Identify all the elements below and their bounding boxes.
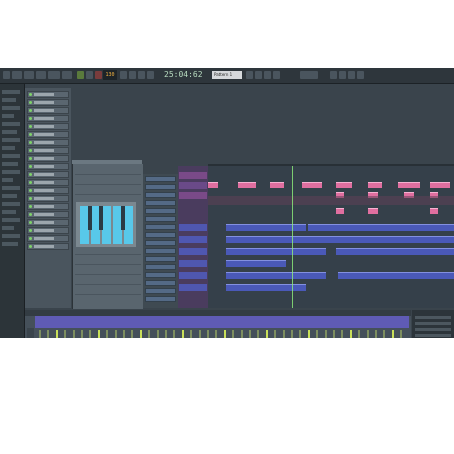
mixer-channel-strip[interactable] [53,316,61,338]
mixer-channel-strip[interactable] [322,316,330,338]
mixer-channel-strip[interactable] [313,316,321,338]
mixer-channel-strip[interactable] [271,316,279,338]
mixer-channel-strip[interactable] [305,316,313,338]
piano-roll-view-icon[interactable] [339,71,346,79]
mixer-channel-strip[interactable] [137,316,145,338]
mixer-channel-strip[interactable] [196,316,204,338]
stop-icon[interactable] [86,71,93,79]
tool-delete-icon[interactable] [273,71,280,79]
record-icon[interactable] [95,71,102,79]
mixer-channel-strip[interactable] [296,316,304,338]
mixer-channel-strip[interactable] [372,316,380,338]
tempo-display[interactable]: 130 [103,70,117,80]
key[interactable] [124,206,133,244]
track-list[interactable] [143,174,178,308]
mixer-channel-strip[interactable] [263,316,271,338]
song-position: 25:04:62 [164,70,203,79]
mixer-channel-strip[interactable] [61,316,69,338]
mixer-channel-strip[interactable] [179,316,187,338]
mixer-channel-strip[interactable] [36,316,44,338]
mixer-channel-strip[interactable] [397,316,405,338]
mixer-channel-strip[interactable] [246,316,254,338]
tool-pencil-icon[interactable] [255,71,262,79]
mixer-channel-strip[interactable] [128,316,136,338]
browser-view-icon[interactable] [357,71,364,79]
mixer-channel-strip[interactable] [280,316,288,338]
mixer-channel-strip[interactable] [212,316,220,338]
piano-keys-panel[interactable] [76,202,136,247]
key[interactable] [99,206,103,230]
tool-paint-icon[interactable] [264,71,271,79]
mixer-channel-strip[interactable] [389,316,397,338]
snap-icon[interactable] [246,71,253,79]
mixer-channel-strip[interactable] [78,316,86,338]
menu-button[interactable] [3,71,10,79]
mixer-channel-strip[interactable] [288,316,296,338]
loop-record-icon[interactable] [147,71,154,79]
mixer-channel-strip[interactable] [103,316,111,338]
mixer-channel-strip[interactable] [338,316,346,338]
playhead[interactable] [292,166,293,308]
play-icon[interactable] [77,71,84,79]
edit-menu[interactable] [24,71,34,79]
mixer-channel-strip[interactable] [204,316,212,338]
playlist-track-headers[interactable] [178,166,208,308]
mixer-channel-strip[interactable] [70,316,78,338]
mixer-channel-strip[interactable] [86,316,94,338]
mixer-channel-strip[interactable] [154,316,162,338]
countdown-icon[interactable] [138,71,145,79]
channel-rack[interactable] [25,88,71,308]
view-menu[interactable] [62,71,72,79]
mixer-channel-strip[interactable] [238,316,246,338]
file-menu[interactable] [12,71,22,79]
mixer-channel-strip[interactable] [187,316,195,338]
key[interactable] [121,206,125,230]
cpu-meter [300,71,318,79]
add-menu[interactable] [36,71,46,79]
mixer-channel-strip[interactable] [145,316,153,338]
mixer-channel-strip[interactable] [221,316,229,338]
mixer-channel-strip[interactable] [95,316,103,338]
browser-panel[interactable] [0,84,25,338]
mixer-fx-panel[interactable] [412,310,454,338]
metronome-icon[interactable] [120,71,127,79]
key[interactable] [88,206,92,230]
mixer-channel-strip[interactable] [162,316,170,338]
master-fader-strip[interactable] [27,328,34,338]
patterns-menu[interactable] [48,71,60,79]
mixer-channel-strip[interactable] [229,316,237,338]
mixer-channel-strip[interactable] [170,316,178,338]
mixer-channel-strip[interactable] [112,316,120,338]
mixer-channel-strip[interactable] [120,316,128,338]
menu-toolbar: 130 25:04:62 Pattern 1 [0,68,454,84]
daw-window: 130 25:04:62 Pattern 1 [0,68,454,338]
channel-rack-view-icon[interactable] [348,71,355,79]
mixer-channel-strip[interactable] [380,316,388,338]
mixer-channel-strip[interactable] [254,316,262,338]
mixer-channel-strip[interactable] [364,316,372,338]
mixer-view-icon[interactable] [330,71,337,79]
mixer-channel-strip[interactable] [347,316,355,338]
pattern-selector[interactable]: Pattern 1 [212,71,242,79]
wait-icon[interactable] [129,71,136,79]
mixer-channel-strip[interactable] [44,316,52,338]
playlist-arrangement[interactable] [208,166,454,308]
mixer-channel-strip[interactable] [330,316,338,338]
key[interactable] [102,206,111,244]
mixer-channel-strip[interactable] [355,316,363,338]
